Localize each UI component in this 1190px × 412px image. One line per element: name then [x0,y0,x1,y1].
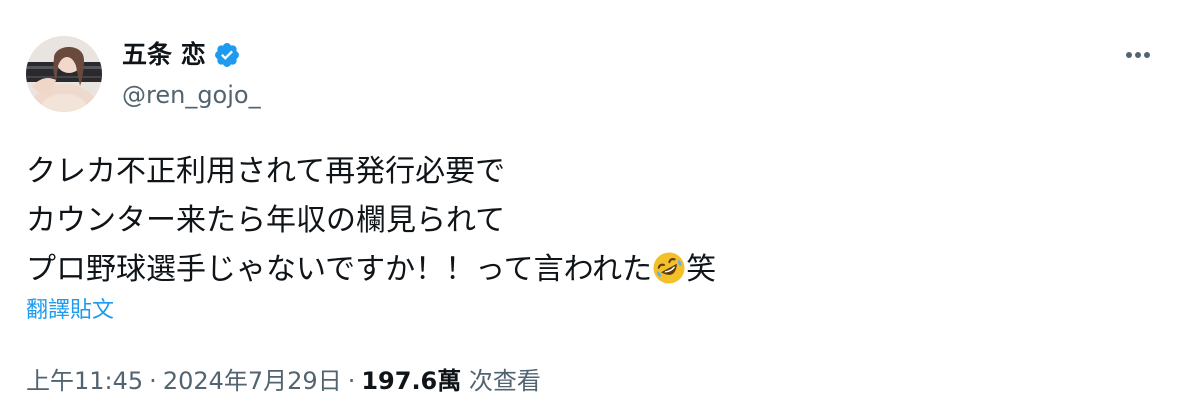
display-name[interactable]: 五条 恋 [122,37,206,73]
translate-post-link[interactable]: 翻譯貼文 [26,295,114,327]
avatar[interactable] [26,36,102,112]
meta-separator: · [347,367,356,395]
meta-separator: · [149,367,157,395]
more-horizontal-icon [1126,52,1150,58]
author-handle[interactable]: @ren_gojo_ [122,79,261,111]
tweet-text-segment: プロ野球選手じゃないですか！！って言われた [26,252,653,287]
views-count: 197.6萬 [361,367,462,395]
tweet-text-line: クレカ不正利用されて再発行必要で [26,154,506,189]
tweet-text: クレカ不正利用されて再発行必要で カウンター来たら年収の欄見られて プロ野球選手… [26,147,1146,294]
tweet-time[interactable]: 上午11:45 [26,367,143,395]
tweet-text-segment: 笑 [686,252,717,287]
tweet-text-line: カウンター来たら年収の欄見られて [26,203,506,238]
more-options-button[interactable] [1118,42,1158,68]
author-name-row: 五条 恋 [122,37,241,73]
tweet-date[interactable]: 2024年7月29日 [163,367,342,395]
verified-badge-icon[interactable] [213,41,241,69]
tweet-meta: 上午11:45 · 2024年7月29日 · 197.6萬 次查看 [26,364,541,398]
tweet-text-line-with-emoji: プロ野球選手じゃないですか！！って言われた 笑 [26,245,1146,294]
views-label: 次查看 [468,367,541,395]
tweet-card: 五条 恋 @ren_gojo_ クレカ不正利用されて再発行必要で カウンター来た… [0,0,1190,412]
rolling-on-floor-laughing-emoji-icon [652,251,686,285]
